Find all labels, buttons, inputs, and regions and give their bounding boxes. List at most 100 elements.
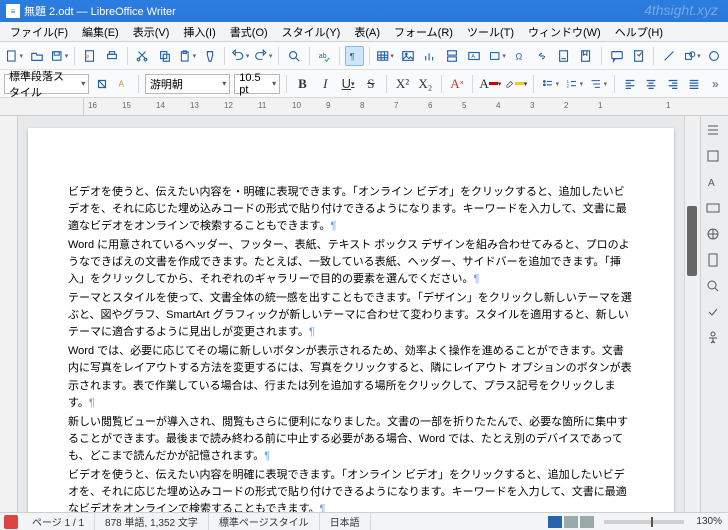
- undo-button[interactable]: ▾: [230, 46, 250, 66]
- highlight-button[interactable]: ▾: [505, 74, 527, 94]
- view-mode-buttons[interactable]: [544, 516, 598, 528]
- navigator-icon[interactable]: [705, 226, 725, 246]
- track-changes-button[interactable]: [629, 46, 648, 66]
- multi-page-view-icon[interactable]: [564, 516, 578, 528]
- vertical-ruler[interactable]: [0, 116, 18, 512]
- manage-changes-icon[interactable]: [705, 304, 725, 324]
- zoom-slider[interactable]: [604, 520, 684, 524]
- subscript-button[interactable]: X₂: [416, 74, 435, 94]
- single-page-view-icon[interactable]: [548, 516, 562, 528]
- insert-special-char-button[interactable]: Ω: [510, 46, 529, 66]
- scroll-thumb[interactable]: [687, 206, 697, 276]
- redo-button[interactable]: ▾: [253, 46, 273, 66]
- insert-comment-button[interactable]: [607, 46, 626, 66]
- draw-functions-button[interactable]: [705, 46, 724, 66]
- page-indicator[interactable]: ページ 1 / 1: [22, 513, 95, 530]
- menu-help[interactable]: ヘルプ(H): [609, 22, 669, 42]
- menu-styles[interactable]: スタイル(Y): [276, 22, 347, 42]
- style-inspector-icon[interactable]: [705, 278, 725, 298]
- book-view-icon[interactable]: [580, 516, 594, 528]
- menu-insert[interactable]: 挿入(I): [177, 22, 221, 42]
- styles-icon[interactable]: A: [705, 174, 725, 194]
- page-area[interactable]: ビデオを使うと、伝えたい内容を・明確に表現できます。「オンライン ビデオ」をクリ…: [18, 116, 684, 512]
- align-left-button[interactable]: [621, 74, 638, 94]
- save-button[interactable]: ▾: [49, 46, 69, 66]
- insert-table-button[interactable]: ▾: [375, 46, 395, 66]
- menu-edit[interactable]: 編集(E): [76, 22, 125, 42]
- menu-file[interactable]: ファイル(F): [4, 22, 74, 42]
- strike-button[interactable]: S: [361, 74, 380, 94]
- italic-button[interactable]: I: [316, 74, 335, 94]
- justify-button[interactable]: [685, 74, 702, 94]
- menu-table[interactable]: 表(A): [348, 22, 386, 42]
- insert-bookmark-button[interactable]: [577, 46, 596, 66]
- line-button[interactable]: [659, 46, 678, 66]
- insert-pagebreak-button[interactable]: [442, 46, 461, 66]
- outline-button[interactable]: ▾: [588, 74, 608, 94]
- language[interactable]: 日本語: [320, 513, 371, 530]
- vertical-scrollbar[interactable]: [684, 116, 700, 512]
- document-page[interactable]: ビデオを使うと、伝えたい内容を・明確に表現できます。「オンライン ビデオ」をクリ…: [28, 128, 674, 512]
- formatting-marks-button[interactable]: ¶: [345, 46, 364, 66]
- para-style-select[interactable]: 標準段落スタイル: [4, 74, 89, 94]
- shapes-button[interactable]: ▾: [682, 46, 702, 66]
- spellcheck-button[interactable]: ab: [315, 46, 334, 66]
- sidebar-settings-icon[interactable]: [705, 122, 725, 142]
- find-button[interactable]: [284, 46, 303, 66]
- font-size-select[interactable]: 10.5 pt: [234, 74, 280, 94]
- menu-view[interactable]: 表示(V): [127, 22, 176, 42]
- app-icon: ≡: [6, 4, 20, 18]
- new-style-button[interactable]: A: [115, 74, 132, 94]
- gallery-icon[interactable]: [705, 200, 725, 220]
- accessibility-icon[interactable]: [705, 330, 725, 350]
- save-indicator-icon[interactable]: [4, 515, 18, 529]
- pilcrow-icon: ¶: [309, 326, 315, 338]
- paragraph[interactable]: テーマとスタイルを使って、文書全体の統一感を出すこともできます。「デザイン」をク…: [68, 290, 634, 341]
- copy-button[interactable]: [155, 46, 174, 66]
- separator: [74, 47, 75, 65]
- word-count[interactable]: 878 単語, 1,352 文字: [95, 513, 209, 530]
- font-name-select[interactable]: 游明朝: [145, 74, 230, 94]
- more-button[interactable]: »: [707, 74, 724, 94]
- bullets-button[interactable]: ▾: [540, 74, 560, 94]
- export-pdf-button[interactable]: P: [80, 46, 99, 66]
- insert-image-button[interactable]: [398, 46, 417, 66]
- page-style[interactable]: 標準ページスタイル: [209, 513, 320, 530]
- menu-form[interactable]: フォーム(R): [388, 22, 459, 42]
- cut-button[interactable]: [133, 46, 152, 66]
- bold-button[interactable]: B: [293, 74, 312, 94]
- paragraph[interactable]: ビデオを使うと、伝えたい内容を明確に表現できます。「オンライン ビデオ」をクリッ…: [68, 467, 634, 512]
- properties-icon[interactable]: [705, 148, 725, 168]
- open-button[interactable]: [27, 46, 46, 66]
- print-button[interactable]: [102, 46, 121, 66]
- svg-text:A: A: [708, 178, 715, 189]
- underline-button[interactable]: U▾: [339, 74, 358, 94]
- menu-window[interactable]: ウィンドウ(W): [522, 22, 607, 42]
- insert-footnote-button[interactable]: [554, 46, 573, 66]
- paste-button[interactable]: ▾: [177, 46, 197, 66]
- page-icon[interactable]: [705, 252, 725, 272]
- update-style-button[interactable]: [93, 74, 110, 94]
- align-right-button[interactable]: [664, 74, 681, 94]
- paragraph[interactable]: ビデオを使うと、伝えたい内容を・明確に表現できます。「オンライン ビデオ」をクリ…: [68, 184, 634, 235]
- separator: [533, 75, 534, 93]
- paragraph[interactable]: 新しい閲覧ビューが導入され、閲覧もさらに便利になりました。文書の一部を折りたたん…: [68, 414, 634, 465]
- new-button[interactable]: ▾: [4, 46, 24, 66]
- clone-format-button[interactable]: [200, 46, 219, 66]
- font-color-button[interactable]: A▾: [479, 74, 501, 94]
- paragraph[interactable]: Word に用意されているヘッダー、フッター、表紙、テキスト ボックス デザイン…: [68, 237, 634, 288]
- paragraph[interactable]: Word では、必要に応じてその場に新しいボタンが表示されるため、効率よく操作を…: [68, 343, 634, 411]
- titlebar: ≡ 無題 2.odt — LibreOffice Writer 4thsight…: [0, 0, 728, 22]
- insert-textbox-button[interactable]: A: [465, 46, 484, 66]
- clear-format-button[interactable]: A×: [448, 74, 467, 94]
- superscript-button[interactable]: X²: [393, 74, 412, 94]
- insert-field-button[interactable]: ▾: [487, 46, 507, 66]
- insert-chart-button[interactable]: [420, 46, 439, 66]
- insert-hyperlink-button[interactable]: [532, 46, 551, 66]
- align-center-button[interactable]: [642, 74, 659, 94]
- horizontal-ruler[interactable]: 16 15 14 13 12 11 10 9 8 7 6 5 4 3 2 1 1: [0, 98, 728, 116]
- menu-tools[interactable]: ツール(T): [461, 22, 520, 42]
- numbering-button[interactable]: 12▾: [564, 74, 584, 94]
- menu-format[interactable]: 書式(O): [224, 22, 274, 42]
- zoom-value[interactable]: 130%: [690, 516, 728, 527]
